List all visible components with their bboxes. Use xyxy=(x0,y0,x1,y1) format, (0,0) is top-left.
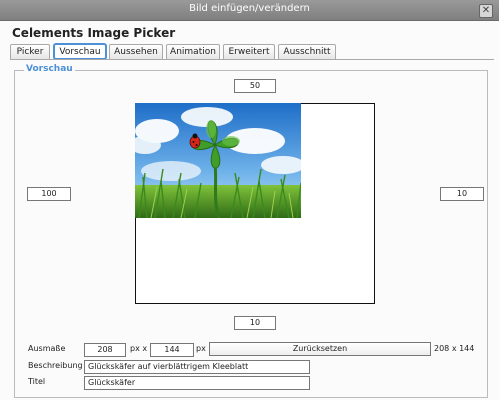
height-unit: px xyxy=(196,344,206,353)
margin-top-input[interactable]: 50 xyxy=(234,79,276,93)
dimensions-label: Ausmaße xyxy=(28,344,66,353)
tab-aussehen[interactable]: Aussehen xyxy=(109,44,163,59)
tab-underline xyxy=(10,59,494,60)
preview-image xyxy=(135,103,301,218)
tab-erweitert[interactable]: Erweitert xyxy=(223,44,275,59)
description-label: Beschreibung xyxy=(28,361,83,370)
width-input[interactable]: 208 xyxy=(84,343,126,357)
tab-vorschau[interactable]: Vorschau xyxy=(53,43,107,60)
window-title: Bild einfügen/verändern xyxy=(189,3,310,14)
dialog-heading: Celements Image Picker xyxy=(12,26,176,40)
original-size: 208 x 144 xyxy=(434,344,475,353)
tab-ausschnitt[interactable]: Ausschnitt xyxy=(278,44,336,59)
margin-bottom-input[interactable]: 10 xyxy=(234,316,276,330)
window-titlebar: Bild einfügen/verändern ✕ xyxy=(0,0,499,21)
margin-left-input[interactable]: 100 xyxy=(27,187,71,201)
title-label: Titel xyxy=(28,377,46,386)
close-icon[interactable]: ✕ xyxy=(479,4,493,18)
title-input[interactable]: Glückskäfer xyxy=(84,376,310,390)
description-input[interactable]: Glückskäfer auf vierblättrigem Kleeblatt xyxy=(84,360,310,374)
width-unit: px x xyxy=(130,344,148,353)
margin-right-input[interactable]: 10 xyxy=(440,187,484,201)
tab-picker[interactable]: Picker xyxy=(10,44,50,59)
preview-legend: Vorschau xyxy=(24,64,75,74)
height-input[interactable]: 144 xyxy=(150,343,194,357)
reset-button[interactable]: Zurücksetzen xyxy=(209,342,431,356)
tab-animation[interactable]: Animation xyxy=(166,44,220,59)
